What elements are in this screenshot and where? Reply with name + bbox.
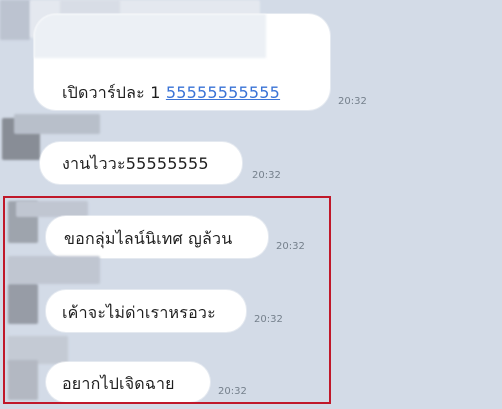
message-text-1: เปิดวาร์ปละ 1 55555555555 — [62, 81, 280, 106]
message-link-1[interactable]: 55555555555 — [166, 83, 280, 102]
message-text-2: งานไววะ55555555 — [62, 154, 209, 173]
timestamp-2: 20:32 — [252, 170, 281, 181]
blurred-quote — [34, 14, 266, 58]
chat-area: เปิดวาร์ปละ 1 55555555555 20:32 งานไววะ5… — [0, 0, 502, 409]
message-text-1-prefix: เปิดวาร์ปละ 1 — [62, 83, 166, 102]
avatar-2-blur — [14, 114, 100, 134]
blurred-avatar-top — [0, 0, 30, 40]
timestamp-1: 20:32 — [338, 96, 367, 107]
highlight-box — [3, 196, 331, 404]
